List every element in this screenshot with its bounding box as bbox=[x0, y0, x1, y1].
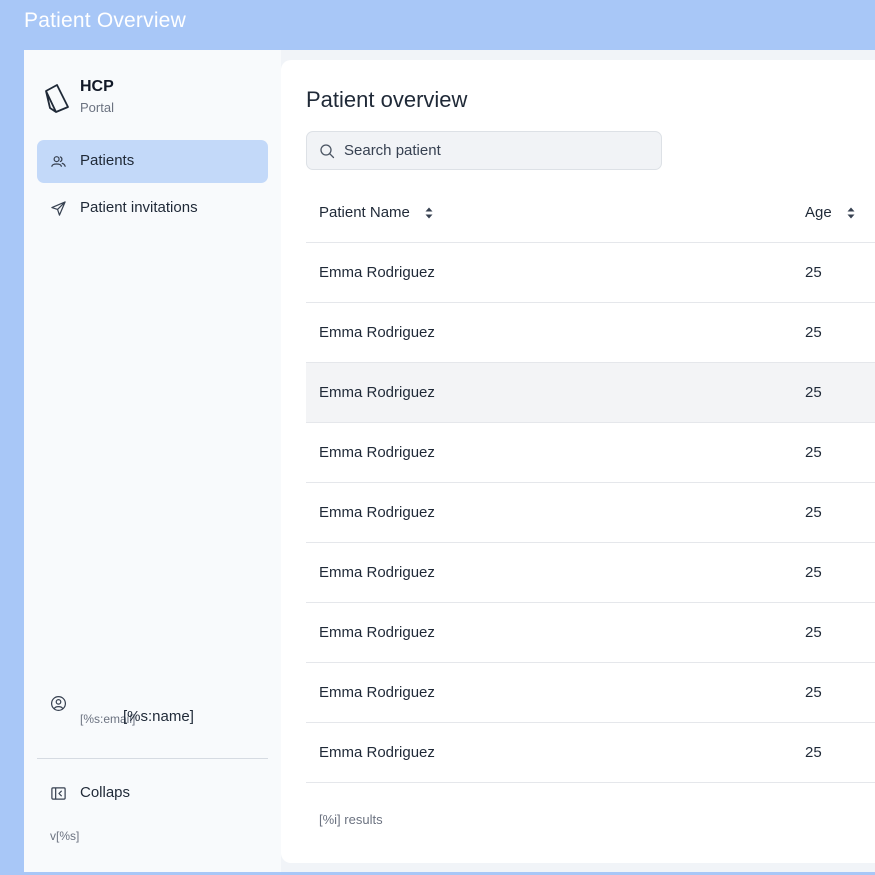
table-header: Patient Name Age bbox=[306, 183, 875, 243]
send-icon bbox=[51, 201, 66, 216]
brand: HCP Portal bbox=[43, 78, 263, 122]
users-icon bbox=[51, 156, 66, 167]
patient-name-cell: Emma Rodriguez bbox=[319, 744, 435, 761]
title-bar: Patient Overview bbox=[0, 0, 875, 50]
patient-age-cell: 25 bbox=[805, 504, 822, 521]
patient-age-cell: 25 bbox=[805, 384, 822, 401]
collapse-sidebar-icon bbox=[51, 787, 66, 800]
search-icon bbox=[320, 144, 335, 159]
search-box bbox=[306, 131, 662, 170]
app-version: v[%s] bbox=[50, 829, 80, 843]
column-header-age[interactable]: Age bbox=[805, 204, 856, 221]
patient-age-cell: 25 bbox=[805, 444, 822, 461]
search-input[interactable] bbox=[344, 132, 644, 169]
table-row[interactable]: Emma Rodriguez 25 bbox=[306, 423, 875, 483]
user-profile[interactable]: [%s:email] [%s:name] bbox=[50, 695, 270, 735]
table-row[interactable]: Emma Rodriguez 25 bbox=[306, 603, 875, 663]
page-title: Patient overview bbox=[306, 87, 468, 112]
table-row[interactable]: Emma Rodriguez 25 bbox=[306, 483, 875, 543]
column-header-patient-name[interactable]: Patient Name bbox=[319, 204, 434, 221]
table-row[interactable]: Emma Rodriguez 25 bbox=[306, 663, 875, 723]
patient-name-cell: Emma Rodriguez bbox=[319, 324, 435, 341]
table-row[interactable]: Emma Rodriguez 25 bbox=[306, 543, 875, 603]
app-window: Patient Overview HCP Portal Patients Pat… bbox=[0, 0, 875, 875]
patient-age-cell: 25 bbox=[805, 564, 822, 581]
patient-name-cell: Emma Rodriguez bbox=[319, 624, 435, 641]
patient-name-cell: Emma Rodriguez bbox=[319, 264, 435, 281]
patient-age-cell: 25 bbox=[805, 684, 822, 701]
patient-age-cell: 25 bbox=[805, 264, 822, 281]
brand-name: HCP bbox=[80, 78, 114, 95]
sort-icon bbox=[847, 207, 855, 219]
sidebar: HCP Portal Patients Patient invitations bbox=[24, 50, 281, 872]
sidebar-divider bbox=[37, 758, 268, 759]
column-header-label: Age bbox=[805, 204, 832, 221]
sidebar-item-patients[interactable]: Patients bbox=[37, 140, 268, 183]
user-name: [%s:name] bbox=[123, 708, 194, 725]
patient-name-cell: Emma Rodriguez bbox=[319, 684, 435, 701]
box-logo-icon bbox=[45, 84, 69, 113]
sort-icon bbox=[425, 207, 433, 219]
sidebar-item-label: Patient invitations bbox=[80, 199, 198, 216]
collapse-button[interactable]: Collaps bbox=[37, 776, 268, 812]
sidebar-item-label: Patients bbox=[80, 152, 135, 169]
column-header-label: Patient Name bbox=[319, 204, 410, 221]
patient-age-cell: 25 bbox=[805, 324, 822, 341]
table-row[interactable]: Emma Rodriguez 25 bbox=[306, 243, 875, 303]
patient-name-cell: Emma Rodriguez bbox=[319, 564, 435, 581]
table-row[interactable]: Emma Rodriguez 25 bbox=[306, 723, 875, 783]
patient-age-cell: 25 bbox=[805, 744, 822, 761]
user-circle-icon bbox=[50, 695, 67, 712]
patient-name-cell: Emma Rodriguez bbox=[319, 384, 435, 401]
results-count: [%i] results bbox=[319, 812, 383, 827]
patient-name-cell: Emma Rodriguez bbox=[319, 444, 435, 461]
app-body: HCP Portal Patients Patient invitations bbox=[24, 50, 875, 872]
patient-overview-card: Patient overview Patient Name bbox=[281, 60, 875, 863]
patient-name-cell: Emma Rodriguez bbox=[319, 504, 435, 521]
sidebar-item-patient-invitations[interactable]: Patient invitations bbox=[37, 187, 268, 230]
brand-subtitle: Portal bbox=[80, 100, 114, 115]
patient-age-cell: 25 bbox=[805, 624, 822, 641]
table-row[interactable]: Emma Rodriguez 25 bbox=[306, 363, 875, 423]
window-title: Patient Overview bbox=[24, 9, 186, 32]
table-row[interactable]: Emma Rodriguez 25 bbox=[306, 303, 875, 363]
collapse-label: Collaps bbox=[80, 784, 131, 801]
patients-table: Patient Name Age Emma Rodriguez 25 Emma … bbox=[306, 183, 875, 783]
